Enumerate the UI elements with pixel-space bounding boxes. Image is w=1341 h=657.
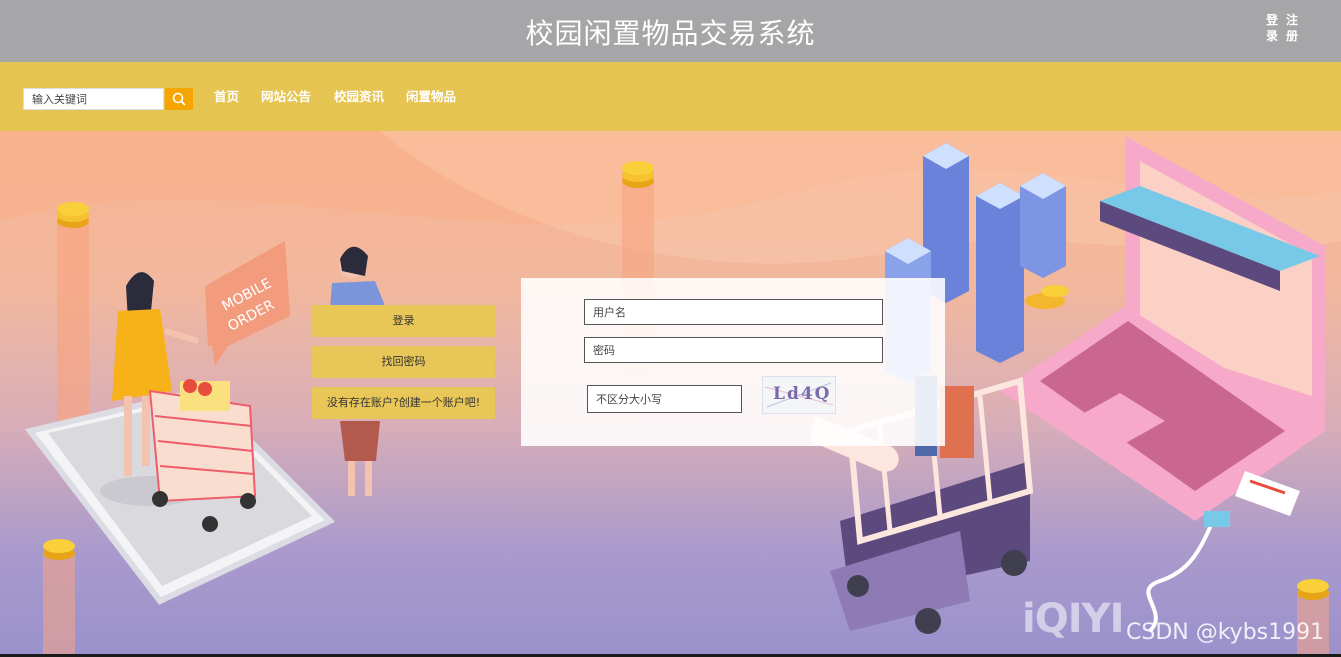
login-tab-button[interactable]: 登录 [312,305,495,337]
nav-item-campus-news[interactable]: 校园资讯 [334,88,384,106]
nav-bar [0,62,1341,131]
search-icon [172,92,186,106]
recover-password-button[interactable]: 找回密码 [312,346,495,378]
captcha-graphic: Ld4Q [764,382,834,408]
nav-item-announcements[interactable]: 网站公告 [261,88,311,106]
nav-item-home[interactable]: 首页 [214,88,239,106]
nav-item-idle-goods[interactable]: 闲置物品 [406,88,456,106]
password-field[interactable] [584,337,883,363]
coin-pillar-icon [43,539,75,657]
register-link[interactable]: 注册 [1286,12,1300,44]
captcha-image[interactable]: Ld4Q [762,376,836,414]
coin-pillar-icon [57,202,89,441]
search-button[interactable] [165,88,193,110]
mobile-order-sign: MOBILE ORDER [205,241,290,366]
search-input[interactable] [23,88,164,110]
create-account-button[interactable]: 没有存在账户?创建一个账户吧! [312,387,495,419]
username-field[interactable] [584,299,883,325]
login-link[interactable]: 登录 [1266,12,1280,44]
top-header: 校园闲置物品交易系统 登录 注册 [0,0,1341,62]
svg-text:Ld4Q: Ld4Q [773,384,831,404]
iqiyi-watermark-logo: iQIYI [1022,596,1124,642]
site-title: 校园闲置物品交易系统 [525,17,816,50]
captcha-field[interactable] [587,385,742,413]
csdn-watermark-text: CSDN @kybs1991 [1126,620,1325,645]
coin-pillar-icon [1297,579,1329,657]
